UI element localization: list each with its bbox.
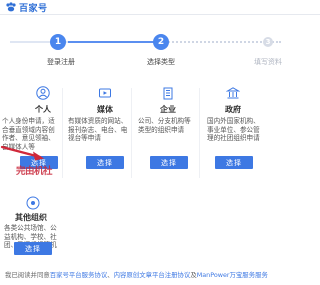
type-desc: 有媒体资质的网站、报刊杂志、电台、电视台等申请 xyxy=(68,117,128,143)
step-1-label: 登录注册 xyxy=(47,58,75,66)
step-3-dot: 3 xyxy=(263,37,273,47)
type-desc: 公司、分支机构等类型的组织申请 xyxy=(138,117,191,134)
type-title: 政府 xyxy=(225,105,241,114)
annotation-arrow-icon xyxy=(0,145,44,161)
type-desc: 国内外国家机构、事业单位、参公管理的社团组织申请 xyxy=(207,117,260,143)
header-divider xyxy=(0,14,320,15)
select-government-button[interactable]: 选择 xyxy=(215,156,253,169)
select-organization-button[interactable]: 选择 xyxy=(14,242,52,255)
step-1-dot: 1 xyxy=(50,34,66,50)
service-agreement-link[interactable]: 百家号平台服务协议 xyxy=(50,271,108,279)
agreement-prefix: 我已阅读并同意 xyxy=(5,271,50,279)
type-card-government: 政府 国内外国家机构、事业单位、参公管理的社团组织申请 选择 xyxy=(201,84,267,194)
step-2-label: 选择类型 xyxy=(147,58,175,66)
paw-logo-icon xyxy=(6,2,16,12)
column-divider xyxy=(199,88,200,178)
person-icon xyxy=(36,86,50,100)
type-title: 企业 xyxy=(160,105,176,114)
select-enterprise-button[interactable]: 选择 xyxy=(150,156,188,169)
agreement-text: 我已阅读并同意百家号平台服务协议、内容原创文章平台注册协议及ManPower万宝… xyxy=(5,270,317,279)
type-title: 媒体 xyxy=(97,105,113,114)
media-icon xyxy=(99,88,111,98)
government-icon xyxy=(226,87,240,99)
enterprise-icon xyxy=(163,87,173,100)
organization-icon xyxy=(26,196,40,210)
type-title: 个人 xyxy=(35,105,51,114)
progress-track-done xyxy=(68,41,158,43)
brand-name: 百家号 xyxy=(19,4,48,14)
type-title: 其他组织 xyxy=(15,213,47,222)
manpower-service-link[interactable]: ManPower万宝服务服务 xyxy=(197,271,268,279)
step-2-dot: 2 xyxy=(153,34,169,50)
type-card-organization: 其他组织 各类公共场馆、公益机构、学校、社团、民间组织等机构团体申请 选择 xyxy=(0,196,62,260)
select-media-button[interactable]: 选择 xyxy=(86,156,124,169)
type-card-media: 媒体 有媒体资质的网站、报刊杂志、电台、电视台等申请 选择 xyxy=(64,84,130,194)
original-content-agreement-link[interactable]: 内容原创文章平台注册协议 xyxy=(114,271,191,279)
watermark-stamp: 完由机社 xyxy=(16,166,53,177)
type-card-personal: 个人 个人身份申请，适合垂直领域内容创作者、意见领袖、自媒体人等 选择 xyxy=(0,84,62,194)
step-3-label: 填写资料 xyxy=(254,58,282,66)
type-card-enterprise: 企业 公司、分支机构等类型的组织申请 选择 xyxy=(132,84,198,194)
